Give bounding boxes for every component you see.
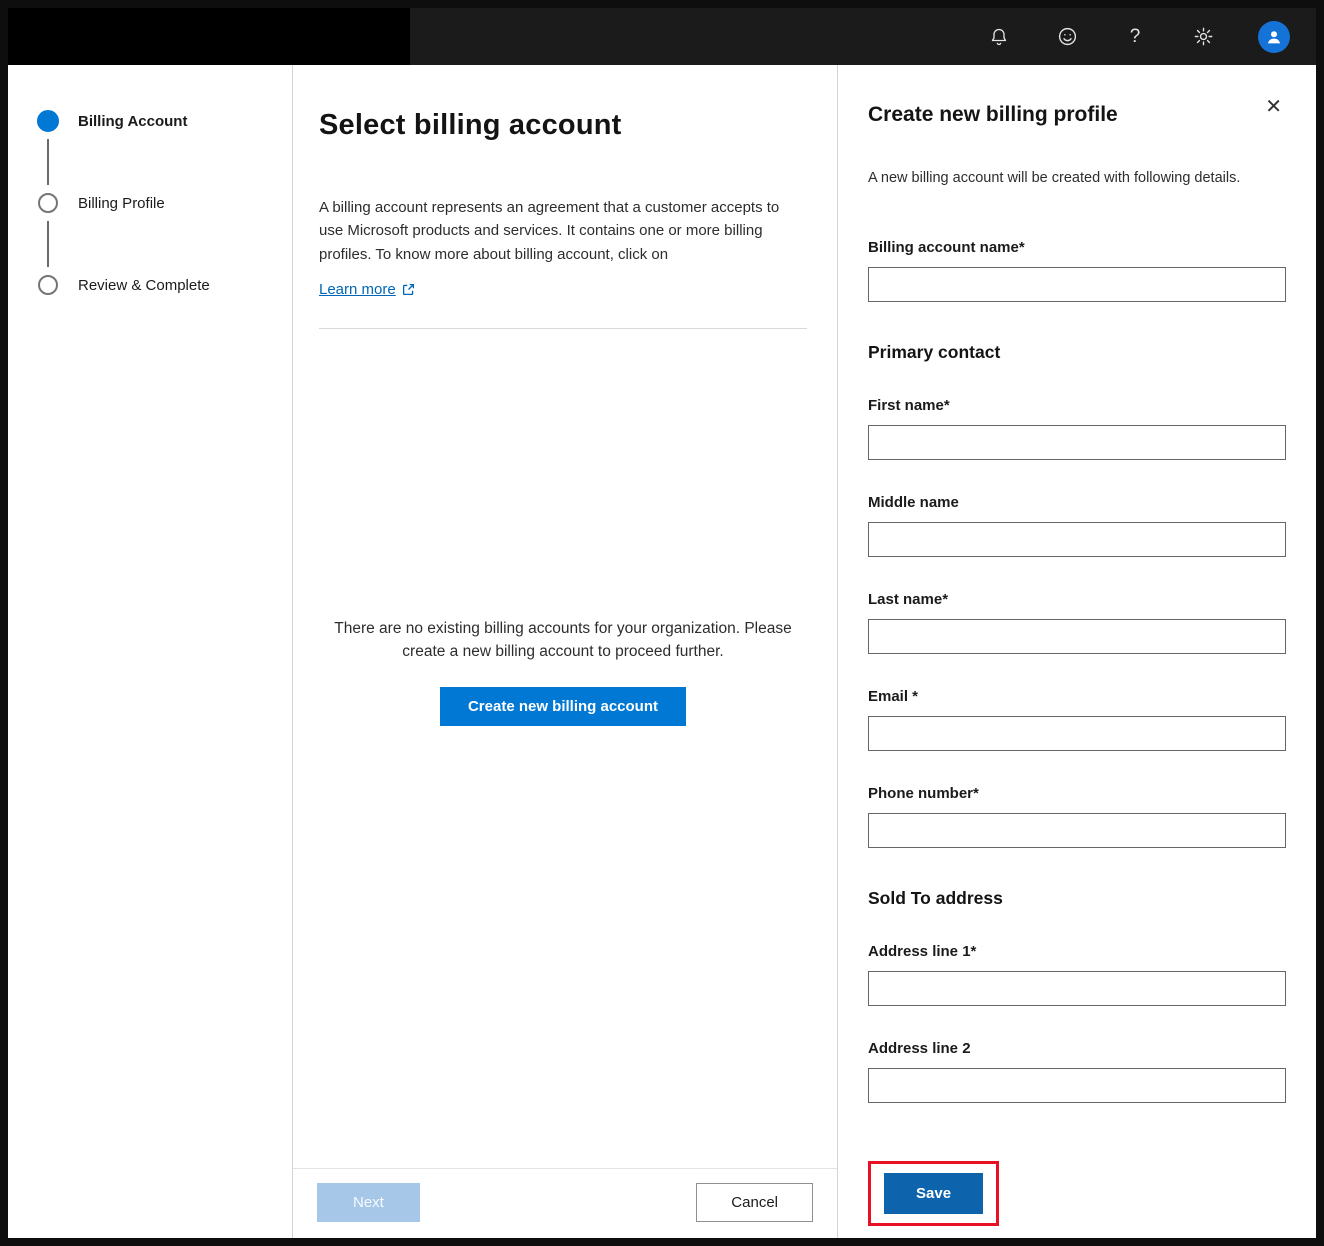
step-label: Billing Profile bbox=[78, 195, 165, 212]
wizard-footer: Next Cancel bbox=[293, 1168, 837, 1238]
address-line-2-input[interactable] bbox=[868, 1068, 1286, 1103]
wizard-step-billing-account[interactable]: Billing Account bbox=[36, 109, 282, 133]
create-new-billing-account-button[interactable]: Create new billing account bbox=[440, 687, 686, 726]
billing-account-description: A billing account represents an agreemen… bbox=[319, 196, 807, 266]
redacted-branding-block bbox=[8, 8, 410, 65]
panel-title: Create new billing profile bbox=[868, 103, 1118, 127]
panel-header: Create new billing profile ✕ bbox=[868, 95, 1286, 144]
top-bar: ? bbox=[8, 8, 1316, 65]
step-connector bbox=[47, 221, 49, 267]
save-button[interactable]: Save bbox=[884, 1173, 983, 1214]
primary-contact-section-title: Primary contact bbox=[868, 342, 1286, 363]
last-name-input[interactable] bbox=[868, 619, 1286, 654]
panel-footer: Save bbox=[868, 1145, 1286, 1226]
address-line-1-label: Address line 1* bbox=[868, 941, 1286, 963]
page-title: Select billing account bbox=[319, 109, 807, 142]
gear-icon[interactable] bbox=[1190, 24, 1216, 50]
phone-number-label: Phone number* bbox=[868, 783, 1286, 805]
email-label: Email * bbox=[868, 686, 1286, 708]
sold-to-address-section-title: Sold To address bbox=[868, 888, 1286, 909]
create-billing-profile-panel: Create new billing profile ✕ A new billi… bbox=[838, 65, 1316, 1238]
phone-number-input[interactable] bbox=[868, 813, 1286, 848]
learn-more-row: Learn more bbox=[319, 281, 807, 298]
main-body: Select billing account A billing account… bbox=[293, 65, 837, 1168]
step-circle bbox=[36, 273, 60, 297]
section-divider bbox=[319, 328, 807, 329]
person-icon bbox=[1265, 28, 1283, 46]
help-icon[interactable]: ? bbox=[1122, 24, 1148, 50]
empty-state-message: There are no existing billing accounts f… bbox=[319, 617, 807, 664]
panel-description: A new billing account will be created wi… bbox=[868, 168, 1286, 190]
app-window: ? Billing Account bbox=[0, 0, 1324, 1246]
annotation-highlight-red-box: Save bbox=[868, 1161, 999, 1226]
step-circle bbox=[36, 191, 60, 215]
help-glyph: ? bbox=[1130, 26, 1141, 48]
first-name-label: First name* bbox=[868, 395, 1286, 417]
address-line-2-label: Address line 2 bbox=[868, 1038, 1286, 1060]
top-bar-actions: ? bbox=[986, 21, 1316, 53]
learn-more-link[interactable]: Learn more bbox=[319, 281, 396, 298]
billing-account-name-label: Billing account name* bbox=[868, 237, 1286, 259]
smiley-feedback-icon[interactable] bbox=[1054, 24, 1080, 50]
middle-name-label: Middle name bbox=[868, 492, 1286, 514]
billing-account-name-input[interactable] bbox=[868, 267, 1286, 302]
last-name-label: Last name* bbox=[868, 589, 1286, 611]
wizard-step-billing-profile[interactable]: Billing Profile bbox=[36, 191, 282, 215]
external-link-icon bbox=[402, 283, 415, 296]
next-button[interactable]: Next bbox=[317, 1183, 420, 1222]
address-line-1-input[interactable] bbox=[868, 971, 1286, 1006]
step-label: Review & Complete bbox=[78, 277, 210, 294]
step-connector bbox=[47, 139, 49, 185]
middle-name-input[interactable] bbox=[868, 522, 1286, 557]
wizard-steps: Billing Account Billing Profile Review &… bbox=[8, 65, 292, 1238]
cancel-button[interactable]: Cancel bbox=[696, 1183, 813, 1222]
email-input[interactable] bbox=[868, 716, 1286, 751]
bell-icon[interactable] bbox=[986, 24, 1012, 50]
step-circle-active bbox=[36, 109, 60, 133]
main-column: Select billing account A billing account… bbox=[293, 65, 837, 1238]
wizard-step-review-complete[interactable]: Review & Complete bbox=[36, 273, 282, 297]
first-name-input[interactable] bbox=[868, 425, 1286, 460]
content-area: Billing Account Billing Profile Review &… bbox=[8, 65, 1316, 1238]
step-label: Billing Account bbox=[78, 113, 187, 130]
avatar[interactable] bbox=[1258, 21, 1290, 53]
close-icon[interactable]: ✕ bbox=[1261, 95, 1286, 119]
